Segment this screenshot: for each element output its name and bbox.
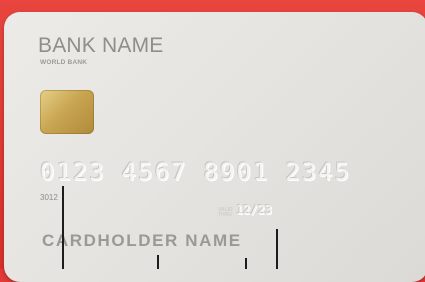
credit-card: BANK NAME WORLD BANK 0123 4567 8901 2345 30… [4,12,425,282]
card-number-group: 2345 [285,158,352,186]
chip-icon [40,90,94,134]
pointer-line [245,258,247,269]
card-number: 0123 4567 8901 2345 [40,158,351,186]
bank-subtitle: WORLD BANK [40,59,88,66]
pointer-line [157,255,159,269]
card-number-group: 0123 [40,158,106,186]
bank-name: BANK NAME [38,34,164,57]
card-number-prefix: 3012 [40,193,58,202]
pointer-line [276,229,278,269]
expiry-date: 12/23 [236,203,273,217]
card-number-group: 8901 [203,158,270,186]
pointer-line [62,186,64,269]
valid-thru-label: VALID THRU [218,207,233,218]
card-number-group: 4567 [121,158,188,186]
cardholder-name: CARDHOLDER NAME [42,231,242,250]
